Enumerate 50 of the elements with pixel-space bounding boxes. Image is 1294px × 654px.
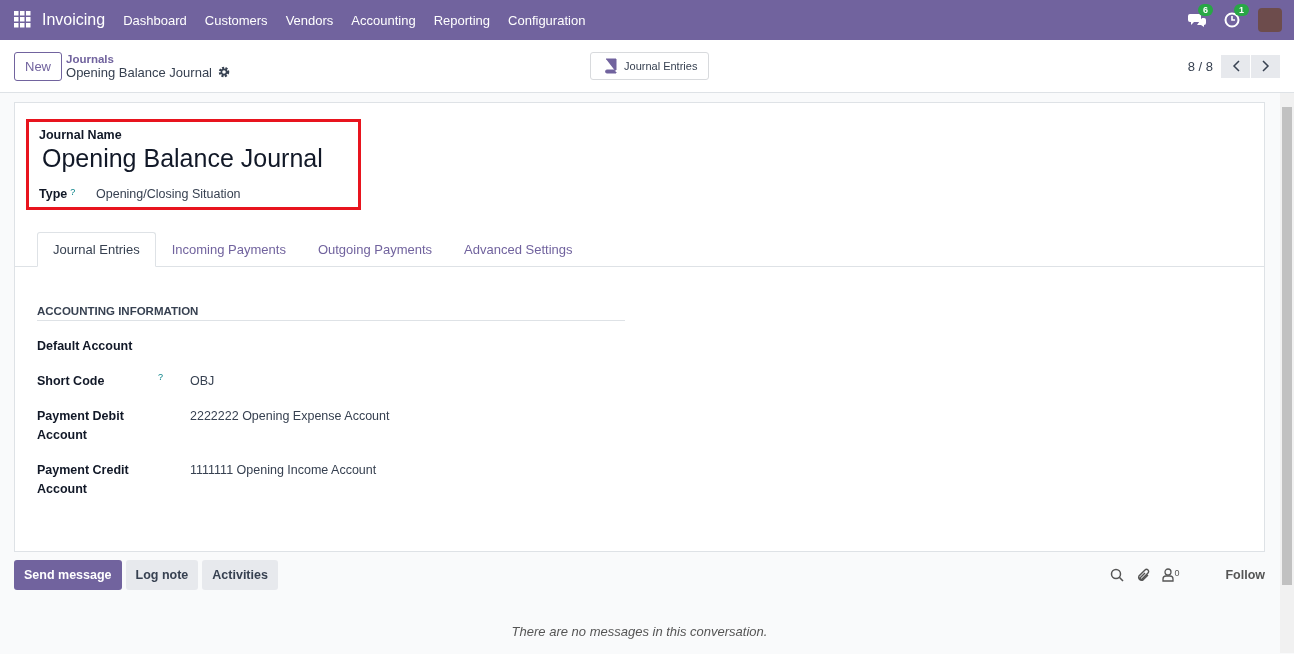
breadcrumb-link[interactable]: Journals bbox=[66, 52, 590, 65]
breadcrumb-current: Opening Balance Journal bbox=[66, 64, 212, 80]
menu-item[interactable]: Reporting bbox=[433, 12, 491, 28]
journal-entries-button[interactable]: Journal Entries bbox=[590, 52, 710, 80]
follower-count: 0 bbox=[1174, 568, 1180, 578]
field-value[interactable]: 2222222 Opening Expense Account bbox=[190, 407, 390, 445]
tab[interactable]: Advanced Settings bbox=[448, 232, 589, 267]
previous-button[interactable] bbox=[1221, 54, 1250, 78]
field-label: Payment Credit Account bbox=[37, 462, 130, 498]
journal-name-value[interactable]: Opening Balance Journal bbox=[42, 144, 348, 173]
field-label: Payment Debit Account bbox=[37, 408, 125, 444]
app-name[interactable]: Invoicing bbox=[42, 11, 106, 29]
new-button[interactable]: New bbox=[14, 51, 62, 81]
help-tooltip[interactable]: ? bbox=[158, 372, 163, 382]
follow-button[interactable]: Follow bbox=[1225, 568, 1265, 582]
chevron-left-icon bbox=[1231, 60, 1240, 72]
tab[interactable]: Journal Entries bbox=[37, 232, 156, 267]
activity-count-badge: 1 bbox=[1234, 4, 1249, 16]
person-icon[interactable] bbox=[1162, 568, 1175, 582]
paperclip-icon[interactable] bbox=[1136, 567, 1151, 583]
chatter-button[interactable]: Send message bbox=[14, 560, 122, 590]
tab[interactable]: Incoming Payments bbox=[155, 232, 302, 267]
chatter-button[interactable]: Log note bbox=[125, 560, 199, 590]
app-grid-icon[interactable] bbox=[14, 11, 32, 29]
gear-icon[interactable] bbox=[218, 66, 230, 78]
empty-message: There are no messages in this conversation. bbox=[510, 624, 769, 639]
type-value[interactable]: Opening/Closing Situation bbox=[96, 185, 241, 203]
field-value[interactable]: OBJ bbox=[190, 372, 215, 391]
pager-value: 8 / 8 bbox=[1187, 58, 1213, 74]
message-count-badge: 6 bbox=[1198, 4, 1213, 16]
search-icon[interactable] bbox=[1110, 568, 1125, 582]
field-label: Short Code bbox=[37, 373, 106, 390]
menu-item[interactable]: Vendors bbox=[285, 12, 334, 28]
chat-icon[interactable] bbox=[1188, 12, 1206, 28]
field-label: Type bbox=[39, 187, 68, 201]
next-button[interactable] bbox=[1251, 54, 1280, 78]
clock-icon[interactable] bbox=[1224, 12, 1240, 28]
menu-item[interactable]: Customers bbox=[204, 12, 268, 28]
section-title: ACCOUNTING INFORMATION bbox=[37, 305, 625, 321]
chatter-button[interactable]: Activities bbox=[202, 560, 278, 590]
menu-item[interactable]: Dashboard bbox=[123, 12, 187, 28]
menu-item[interactable]: Accounting bbox=[351, 12, 416, 28]
chevron-right-icon bbox=[1261, 60, 1270, 72]
field-label: Default Account bbox=[37, 338, 134, 355]
tab[interactable]: Outgoing Payments bbox=[301, 232, 449, 267]
help-tooltip[interactable]: ? bbox=[70, 187, 76, 201]
field-label: Journal Name bbox=[39, 128, 123, 142]
field-value[interactable]: 1111111 Opening Income Account bbox=[190, 461, 377, 499]
menu-item[interactable]: Configuration bbox=[508, 12, 586, 28]
scrollbar[interactable] bbox=[1280, 93, 1294, 653]
